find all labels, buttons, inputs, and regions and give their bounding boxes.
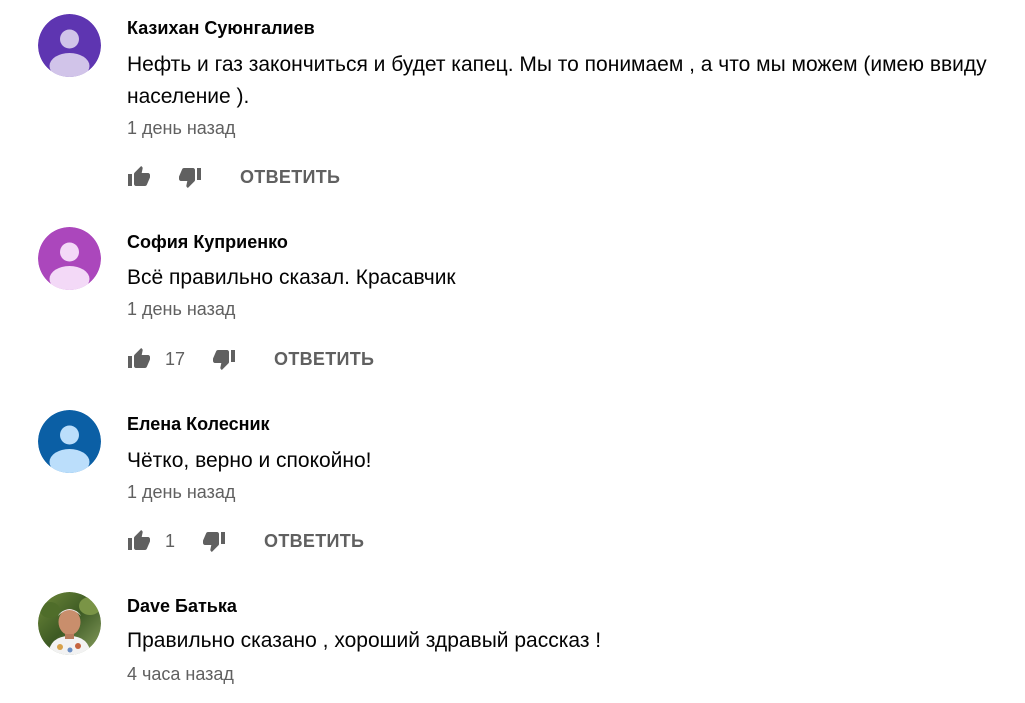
avatar[interactable] <box>38 227 101 290</box>
avatar[interactable] <box>38 14 101 77</box>
thumbs-up-icon[interactable] <box>127 529 151 553</box>
reply-button[interactable]: ОТВЕТИТЬ <box>264 531 364 552</box>
reply-button[interactable]: ОТВЕТИТЬ <box>274 349 374 370</box>
comment-actions: 1 ОТВЕТИТЬ <box>127 529 364 553</box>
comment-timestamp[interactable]: 1 день назад <box>127 299 235 320</box>
thumbs-down-icon[interactable] <box>178 165 202 189</box>
user-photo[interactable] <box>38 592 101 655</box>
thumbs-down-icon[interactable] <box>202 529 226 553</box>
avatar[interactable] <box>38 410 101 473</box>
comment-timestamp[interactable]: 1 день назад <box>127 482 235 503</box>
reply-button[interactable]: ОТВЕТИТЬ <box>240 167 340 188</box>
comment-timestamp[interactable]: 4 часа назад <box>127 664 234 685</box>
thumbs-down-icon[interactable] <box>212 347 236 371</box>
comment-author[interactable]: Казихан Суюнгалиев <box>127 18 315 39</box>
comment-actions: ОТВЕТИТЬ <box>127 165 340 189</box>
thumbs-up-icon[interactable] <box>127 165 151 189</box>
comment-author[interactable]: Dave Батька <box>127 596 237 617</box>
like-count: 1 <box>165 530 176 551</box>
thumbs-up-icon[interactable] <box>127 347 151 371</box>
like-count: 17 <box>165 348 186 369</box>
comment-text: Правильно сказано , хороший здравый расс… <box>127 629 602 652</box>
comment-actions: 17 ОТВЕТИТЬ <box>127 347 374 371</box>
comment-timestamp[interactable]: 1 день назад <box>127 118 235 139</box>
comment-text: Нефть и газ закончиться и будет капец. М… <box>127 53 987 108</box>
comment-author[interactable]: Елена Колесник <box>127 414 270 435</box>
comment-text: Чётко, верно и спокойно! <box>127 449 372 472</box>
comment-author[interactable]: София Куприенко <box>127 232 288 253</box>
comment-text: Всё правильно сказал. Красавчик <box>127 266 456 289</box>
